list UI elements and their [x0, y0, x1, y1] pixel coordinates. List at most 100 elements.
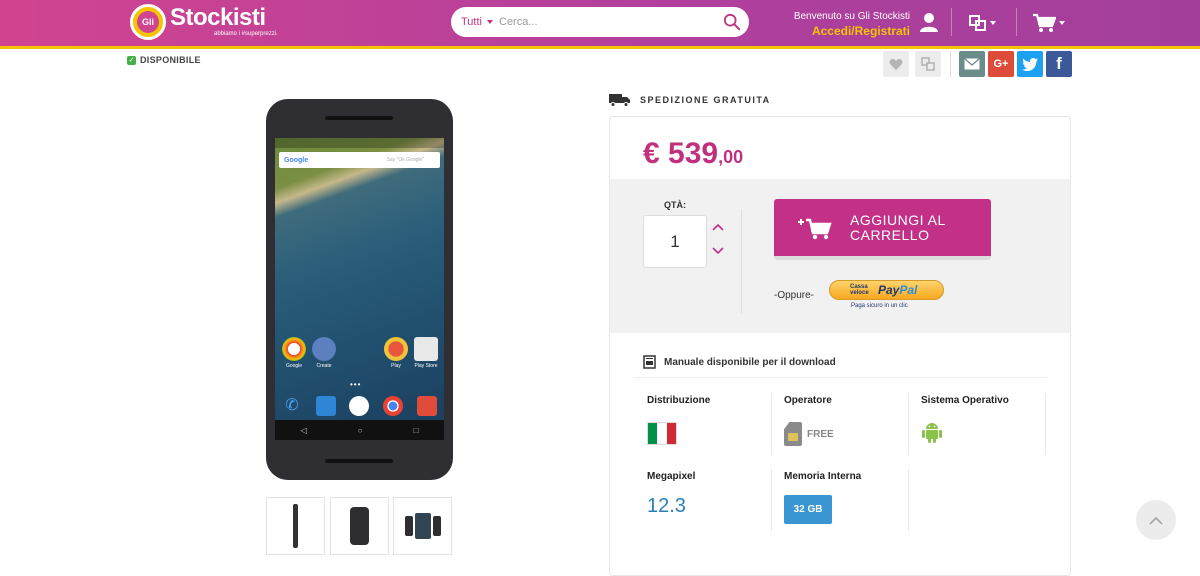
spec-megapixel: Megapixel 12.3	[647, 471, 785, 518]
phone-page-dots: •••	[350, 380, 362, 389]
create-app-icon	[312, 337, 336, 361]
compare-icon	[921, 57, 935, 71]
quantity-label: QTÀ:	[664, 200, 686, 210]
paypal-checkout-button[interactable]: Cassa veloce PayPal	[829, 280, 944, 300]
back-icon: ◁	[300, 425, 307, 435]
spec-label: Sistema Operativo	[921, 395, 1009, 406]
cart-menu[interactable]	[1032, 12, 1066, 34]
logo-badge-icon: Gli	[130, 4, 166, 40]
operatore-value: FREE	[807, 428, 834, 440]
camera-icon	[417, 395, 438, 416]
search-icon[interactable]	[723, 13, 741, 31]
google-app-icon	[282, 337, 306, 361]
heart-icon	[889, 58, 903, 70]
thumbnail-image	[293, 504, 298, 548]
cart-panel: QTÀ: AGGIUNGI AL CARRELLO -Oppure-	[610, 179, 1070, 333]
compare-menu[interactable]	[969, 14, 1001, 32]
spec-label: Memoria Interna	[784, 471, 862, 482]
phone-app-label: Play	[391, 363, 401, 369]
android-icon	[922, 423, 942, 443]
truck-icon	[609, 94, 630, 107]
spec-memoria: Memoria Interna 32 GB	[784, 471, 922, 524]
spec-label: Operatore	[784, 395, 832, 406]
add-to-cart-button[interactable]: AGGIUNGI AL CARRELLO	[774, 199, 991, 260]
phone-google-search: Google Say "Ok Google"	[279, 152, 440, 168]
user-icon[interactable]	[918, 11, 940, 33]
sim-free: FREE	[784, 422, 922, 446]
phone-search-hint: Say "Ok Google"	[386, 157, 424, 163]
compare-button[interactable]	[915, 51, 941, 77]
wishlist-button[interactable]	[883, 51, 909, 77]
manual-label: Manuale disponibile per il download	[664, 356, 836, 368]
share-email-button[interactable]	[959, 51, 985, 77]
action-divider	[950, 51, 951, 77]
italy-flag-icon	[647, 422, 677, 445]
paypal-small-text: Cassa veloce	[850, 284, 869, 296]
chevron-up-icon	[1149, 516, 1163, 525]
facebook-icon: f	[1056, 54, 1062, 73]
spec-divider	[908, 393, 909, 455]
home-icon: ○	[357, 425, 363, 435]
spec-divider	[908, 469, 909, 531]
quantity-input[interactable]	[643, 215, 707, 268]
site-logo[interactable]: Gli Stockisti abbiamo i #superprezzi.	[130, 3, 278, 41]
paypal-logo-a: Pay	[878, 283, 900, 297]
phone-dock: ✆	[275, 393, 444, 418]
thumbnail-image	[404, 513, 442, 539]
share-gplus-button[interactable]: G+	[988, 51, 1014, 77]
quantity-decrease-button[interactable]	[711, 245, 725, 257]
check-icon: ✓	[127, 55, 136, 65]
spec-divider	[771, 393, 772, 455]
thumbnail-trio[interactable]	[393, 497, 452, 555]
sim-card-icon	[784, 422, 802, 446]
paypal-logo-b: Pal	[899, 283, 918, 297]
phone-app-label: Create	[316, 363, 332, 369]
phone-status-bar	[275, 138, 444, 148]
header-accent-line	[0, 46, 1200, 49]
search-input[interactable]	[499, 16, 709, 28]
site-header: Gli Stockisti abbiamo i #superprezzi. Tu…	[0, 0, 1200, 46]
login-link[interactable]: Accedi/Registrati	[780, 23, 910, 39]
phone-speaker	[325, 459, 393, 463]
search-category-label: Tutti	[461, 16, 482, 28]
price-main: € 539	[643, 137, 719, 170]
share-facebook-button[interactable]: f	[1046, 51, 1072, 77]
spec-label: Distribuzione	[647, 395, 711, 406]
compare-icon	[969, 15, 986, 31]
product-image[interactable]: Google Say "Ok Google" Google Create Pla…	[266, 99, 453, 480]
search-category-select[interactable]: Tutti	[461, 16, 493, 28]
share-twitter-button[interactable]	[1017, 51, 1043, 77]
phone-app: Play Store	[411, 337, 441, 369]
email-icon	[964, 58, 980, 70]
availability-label: DISPONIBILE	[140, 55, 201, 65]
thumbnail-side[interactable]	[266, 497, 325, 555]
logo-name: Stockisti	[170, 4, 266, 31]
recents-icon: □	[413, 425, 419, 435]
scroll-top-button[interactable]	[1136, 500, 1176, 540]
chevron-down-icon	[990, 21, 996, 25]
app-drawer-icon	[349, 395, 370, 416]
quantity-increase-button[interactable]	[711, 221, 725, 233]
phone-app-label: Play Store	[414, 363, 438, 369]
phone-screen: Google Say "Ok Google" Google Create Pla…	[275, 138, 444, 440]
thumbnail-back[interactable]	[330, 497, 389, 555]
header-divider	[1016, 8, 1017, 36]
phone-app: Google	[279, 337, 309, 369]
play-app-icon	[384, 337, 408, 361]
or-separator: -Oppure-	[774, 290, 815, 301]
cart-icon	[1033, 13, 1056, 32]
welcome-block: Benvenuto su Gli Stockisti Accedi/Regist…	[780, 10, 910, 39]
paypal-note: Paga sicuro in un clic	[851, 303, 908, 309]
phone-speaker	[325, 116, 393, 120]
add-cart-icon	[798, 218, 832, 239]
specs-divider	[634, 377, 1047, 378]
manual-download[interactable]: Manuale disponibile per il download	[643, 355, 836, 369]
logo-tagline: abbiamo i #superprezzi.	[214, 31, 278, 37]
thumbnail-image	[350, 507, 369, 545]
header-divider	[951, 8, 952, 36]
purchase-box: € 539,00 QTÀ: AGGIUNGI AL CARRELLO	[609, 116, 1071, 576]
phone-google-logo: Google	[284, 156, 309, 164]
manual-icon	[643, 355, 656, 369]
phone-nav-bar: ◁ ○ □	[275, 420, 444, 440]
google-plus-icon: G+	[993, 58, 1009, 70]
